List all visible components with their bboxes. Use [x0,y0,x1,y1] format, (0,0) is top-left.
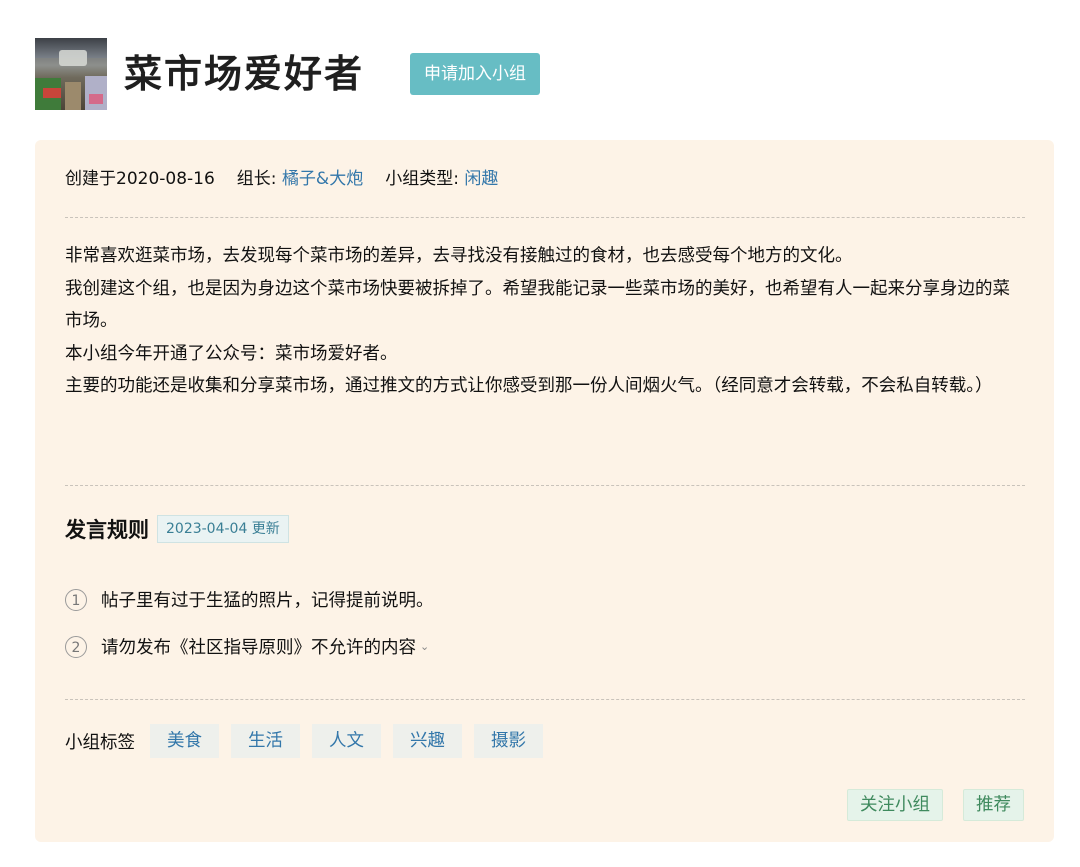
description-line: 本小组今年开通了公众号：菜市场爱好者。 [65,343,398,364]
avatar-stall [85,76,107,110]
divider [65,485,1025,486]
leader-label: 组长: [236,169,277,189]
join-group-button[interactable]: 申请加入小组 [410,53,541,95]
description-line: 非常喜欢逛菜市场，去发现每个菜市场的差异，去寻找没有接触过的食材，也去感受每个地… [65,246,853,266]
rules-updated-badge: 2023-04-04 更新 [157,515,289,543]
description-line: 我创建这个组，也是因为身边这个菜市场快要被拆掉了。希望我能记录一些菜市场的美好，… [65,278,1010,332]
rules-title: 发言规则 [65,518,149,542]
avatar-stall [89,94,103,104]
recommend-button[interactable]: 推荐 [963,789,1024,821]
group-header: 菜市场爱好者 申请加入小组 [35,38,541,110]
avatar-light [59,50,87,66]
tag-link[interactable]: 摄影 [474,724,543,758]
follow-group-button[interactable]: 关注小组 [847,789,943,821]
group-meta: 创建于2020-08-16 组长: 橘子&大炮 小组类型: 闲趣 [65,166,498,192]
tag-link[interactable]: 美食 [150,724,219,758]
group-info-card: 创建于2020-08-16 组长: 橘子&大炮 小组类型: 闲趣 非常喜欢逛菜市场，… [35,140,1054,842]
leader-link[interactable]: 橘子&大炮 [282,169,363,189]
rule-number: 1 [65,588,87,611]
rules-header: 发言规则 2023-04-04 更新 [65,514,289,544]
tags-label: 小组标签 [65,732,135,753]
avatar-stall [65,82,81,110]
tag-link[interactable]: 生活 [231,724,300,758]
rule-item[interactable]: 2 请勿发布《社区指导原则》不允许的内容 ⌄ [65,634,429,659]
created-date: 创建于2020-08-16 [65,169,215,189]
group-tags: 小组标签 美食 生活 人文 兴趣 摄影 [65,724,555,758]
rule-number: 2 [65,635,87,658]
group-actions: 关注小组 推荐 [827,789,1024,821]
tag-link[interactable]: 人文 [312,724,381,758]
group-title: 菜市场爱好者 [124,52,365,96]
group-type-label: 小组类型: [385,169,459,189]
rule-text[interactable]: 请勿发布《社区指导原则》不允许的内容 [101,634,416,659]
rule-item: 1 帖子里有过于生猛的照片，记得提前说明。 [65,587,434,612]
description-line: 主要的功能还是收集和分享菜市场，通过推文的方式让你感受到那一份人间烟火气。（经同… [65,376,993,396]
divider [65,217,1025,218]
avatar-stall [43,88,61,98]
group-avatar-image[interactable] [35,38,107,110]
group-description: 非常喜欢逛菜市场，去发现每个菜市场的差异，去寻找没有接触过的食材，也去感受每个地… [65,240,1025,403]
group-type-link[interactable]: 闲趣 [464,169,498,189]
tag-link[interactable]: 兴趣 [393,724,462,758]
divider [65,699,1025,700]
rule-text: 帖子里有过于生猛的照片，记得提前说明。 [101,591,434,611]
chevron-down-icon[interactable]: ⌄ [420,640,429,653]
